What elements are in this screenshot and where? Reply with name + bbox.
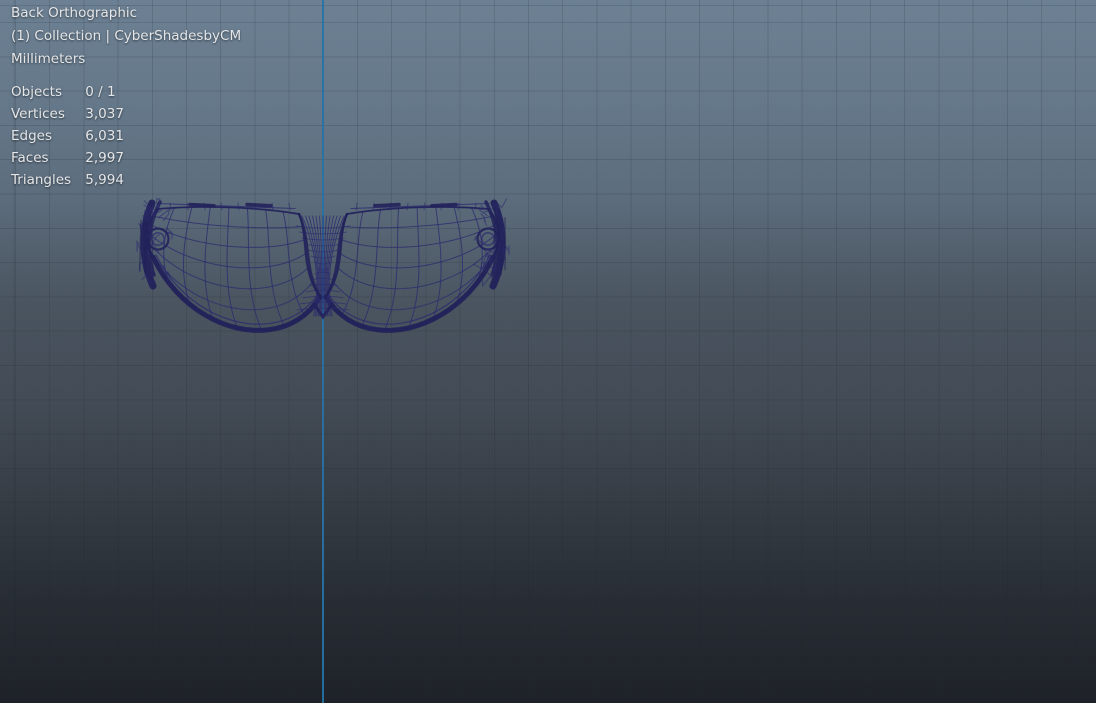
collection-breadcrumb: (1) Collection | CyberShadesbyCM <box>11 28 242 44</box>
stat-value: 2,997 <box>85 150 124 166</box>
stat-row: Faces 2,997 <box>11 147 241 169</box>
stat-value: 3,037 <box>85 106 124 122</box>
units-label: Millimeters <box>11 51 86 67</box>
stats-overlay: Objects 0 / 1 Vertices 3,037 Edges 6,031… <box>11 81 241 191</box>
stat-value: 0 / 1 <box>85 84 116 100</box>
stat-row: Triangles 5,994 <box>11 169 241 191</box>
viewport-header: Back Orthographic (1) Collection | Cyber… <box>11 2 241 71</box>
stat-value: 5,994 <box>85 172 124 188</box>
stat-label: Objects <box>11 84 63 100</box>
stat-row: Edges 6,031 <box>11 125 241 147</box>
stat-label: Triangles <box>11 172 72 188</box>
stat-label: Faces <box>11 150 49 166</box>
stat-label: Edges <box>11 128 53 144</box>
viewport-3d[interactable]: Back Orthographic (1) Collection | Cyber… <box>0 0 1096 703</box>
stat-value: 6,031 <box>85 128 124 144</box>
stat-row: Vertices 3,037 <box>11 103 241 125</box>
view-name-label: Back Orthographic <box>11 5 138 21</box>
viewport-text-overlay: Back Orthographic (1) Collection | Cyber… <box>11 2 241 191</box>
stat-label: Vertices <box>11 106 65 122</box>
stat-row: Objects 0 / 1 <box>11 81 241 103</box>
